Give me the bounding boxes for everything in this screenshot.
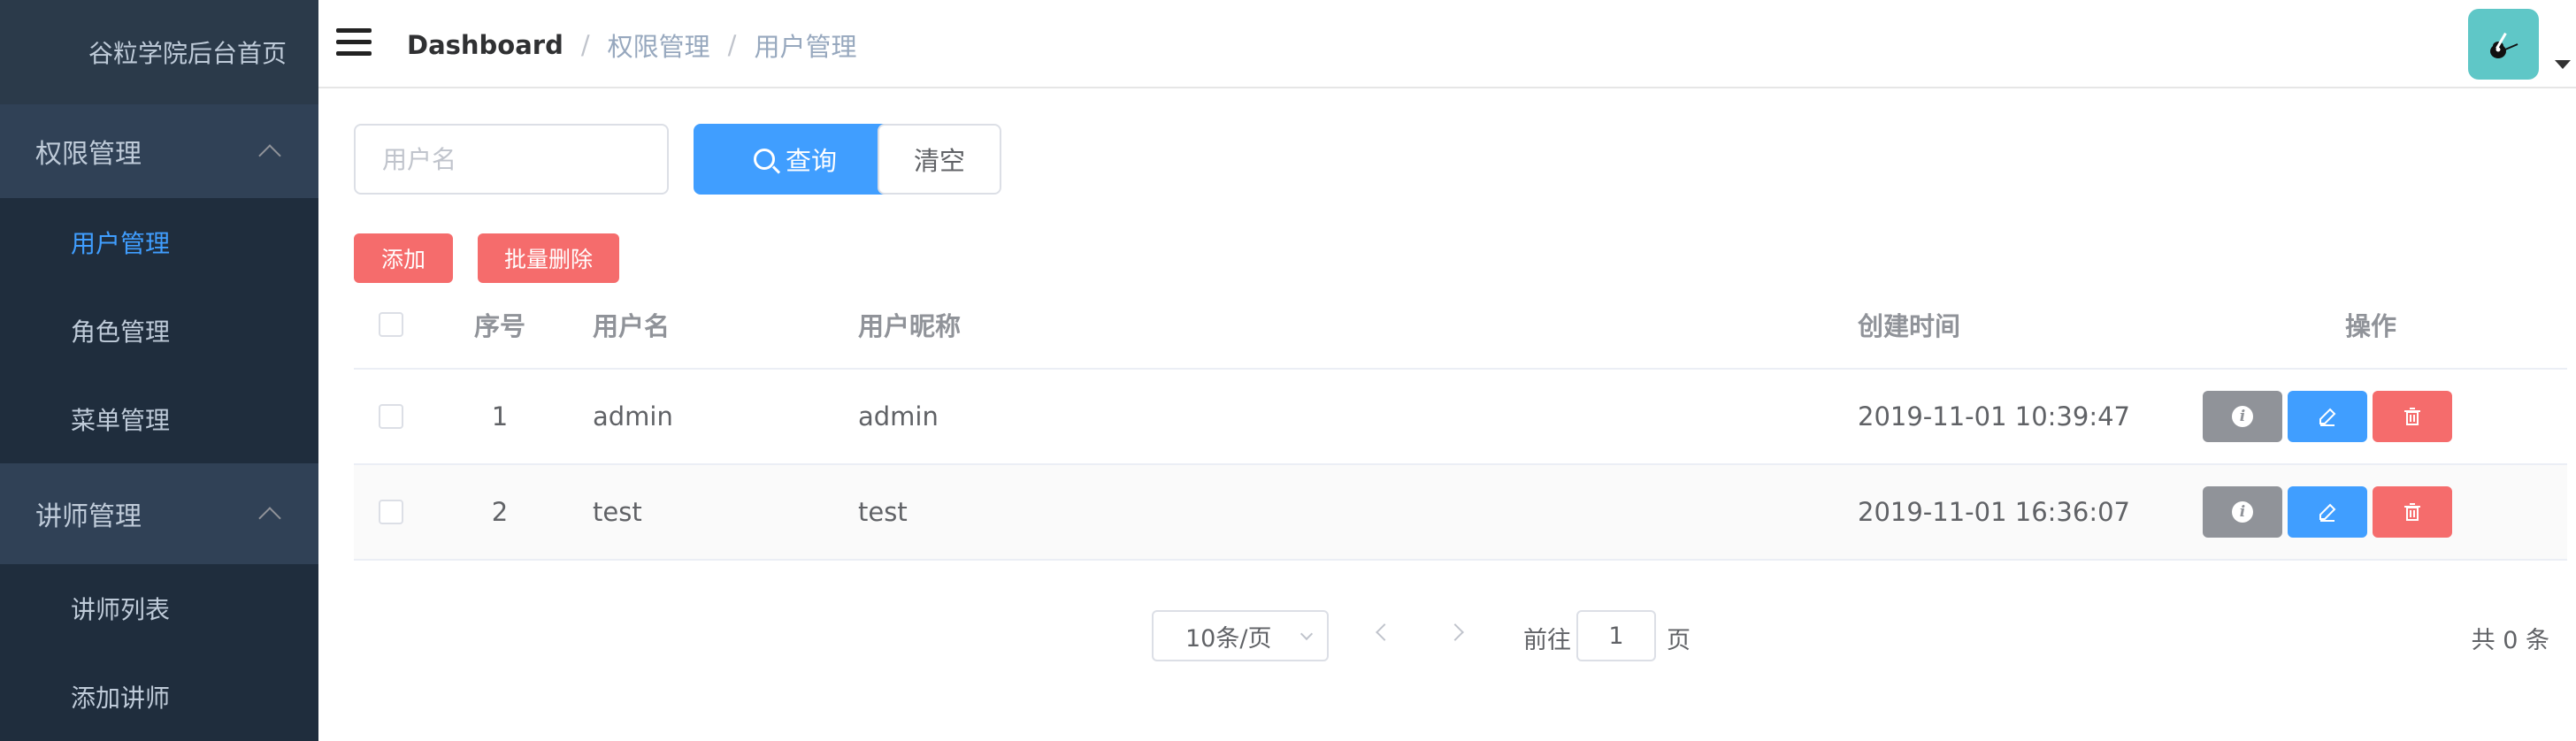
assign-role-button[interactable]: i bbox=[2203, 391, 2282, 442]
column-header-created: 创建时间 bbox=[1858, 311, 1961, 341]
query-button-label: 查询 bbox=[785, 146, 837, 176]
row-checkbox[interactable] bbox=[379, 404, 403, 429]
goto-page-input[interactable] bbox=[1576, 610, 1656, 661]
sidebar-item-teacher-list[interactable]: 讲师列表 bbox=[0, 564, 318, 653]
username-search-input[interactable] bbox=[354, 124, 669, 195]
assign-role-button[interactable]: i bbox=[2203, 486, 2282, 538]
edit-button[interactable] bbox=[2288, 391, 2367, 442]
row-nickname: admin bbox=[858, 401, 939, 432]
breadcrumb-separator: / bbox=[580, 30, 590, 60]
total-count: 共 0 条 bbox=[2471, 627, 2549, 654]
main-content: 查询 清空 添加 批量删除 序号 用户名 用户昵称 创建时间 操作 1 admi… bbox=[318, 90, 2576, 727]
search-icon bbox=[753, 149, 775, 170]
sidebar-brand[interactable]: 谷粒学院后台首页 bbox=[0, 0, 318, 104]
chevron-up-icon bbox=[258, 507, 281, 530]
delete-button[interactable] bbox=[2373, 486, 2452, 538]
sidebar-item-role-management[interactable]: 角色管理 bbox=[0, 286, 318, 375]
row-created-time: 2019-11-01 16:36:07 bbox=[1858, 497, 2130, 527]
sidebar-group-label: 讲师管理 bbox=[35, 501, 142, 532]
top-navbar: Dashboard / 权限管理 / 用户管理 bbox=[318, 0, 2576, 88]
trash-icon bbox=[2404, 408, 2420, 425]
row-nickname: test bbox=[858, 497, 908, 527]
clear-button[interactable]: 清空 bbox=[878, 124, 1001, 195]
breadcrumb-permissions: 权限管理 bbox=[607, 32, 710, 62]
edit-button[interactable] bbox=[2288, 486, 2367, 538]
sidebar-item-menu-management[interactable]: 菜单管理 bbox=[0, 375, 318, 463]
trash-icon bbox=[2404, 503, 2420, 521]
column-header-actions: 操作 bbox=[2344, 311, 2396, 341]
caret-down-icon[interactable] bbox=[2555, 60, 2571, 69]
page-size-value: 10条/页 bbox=[1185, 624, 1272, 653]
edit-icon bbox=[2319, 408, 2336, 426]
row-index: 2 bbox=[491, 497, 509, 527]
table-header-row: 序号 用户名 用户昵称 创建时间 操作 bbox=[354, 281, 2567, 370]
table-row: 2 test test 2019-11-01 16:36:07 i bbox=[354, 465, 2567, 561]
sidebar: 谷粒学院后台首页 权限管理 用户管理 角色管理 菜单管理 讲师管理 讲师列表 添… bbox=[0, 0, 318, 741]
column-header-nickname: 用户昵称 bbox=[858, 311, 962, 341]
row-created-time: 2019-11-01 10:39:47 bbox=[1858, 401, 2130, 432]
row-username: test bbox=[593, 497, 642, 527]
sidebar-group-permissions[interactable]: 权限管理 bbox=[0, 104, 318, 198]
column-header-index: 序号 bbox=[473, 311, 525, 341]
sidebar-item-user-management[interactable]: 用户管理 bbox=[0, 198, 318, 286]
page-size-select[interactable]: 10条/页 bbox=[1152, 610, 1329, 661]
info-icon: i bbox=[2232, 501, 2253, 523]
chevron-up-icon bbox=[258, 144, 281, 167]
pagination: 10条/页 前往 页 共 0 条 bbox=[318, 610, 2576, 663]
sidebar-item-add-teacher[interactable]: 添加讲师 bbox=[0, 653, 318, 741]
guitar-icon bbox=[2490, 32, 2518, 58]
delete-button[interactable] bbox=[2373, 391, 2452, 442]
row-checkbox[interactable] bbox=[379, 500, 403, 524]
avatar[interactable] bbox=[2468, 9, 2539, 80]
table-row: 1 admin admin 2019-11-01 10:39:47 i bbox=[354, 370, 2567, 465]
breadcrumb-dashboard[interactable]: Dashboard bbox=[407, 30, 564, 60]
chevron-down-icon bbox=[1300, 627, 1314, 641]
goto-suffix: 页 bbox=[1667, 627, 1690, 654]
select-all-checkbox[interactable] bbox=[379, 312, 403, 337]
user-table: 序号 用户名 用户昵称 创建时间 操作 1 admin admin 2019-1… bbox=[354, 281, 2567, 561]
sidebar-group-teachers[interactable]: 讲师管理 bbox=[0, 463, 318, 564]
edit-icon bbox=[2319, 503, 2336, 522]
next-page-icon[interactable] bbox=[1446, 623, 1464, 641]
sidebar-group-label: 权限管理 bbox=[35, 139, 142, 170]
prev-page-icon[interactable] bbox=[1376, 623, 1393, 641]
breadcrumb-separator: / bbox=[727, 30, 737, 60]
goto-label: 前往 bbox=[1523, 627, 1571, 654]
row-username: admin bbox=[593, 401, 673, 432]
hamburger-menu-icon[interactable] bbox=[336, 28, 372, 57]
batch-delete-button[interactable]: 批量删除 bbox=[478, 233, 619, 283]
column-header-username: 用户名 bbox=[593, 311, 671, 341]
add-button[interactable]: 添加 bbox=[354, 233, 453, 283]
info-icon: i bbox=[2232, 406, 2253, 427]
breadcrumb-user-management: 用户管理 bbox=[754, 32, 857, 62]
breadcrumb: Dashboard / 权限管理 / 用户管理 bbox=[407, 27, 856, 64]
query-button[interactable]: 查询 bbox=[694, 124, 897, 195]
row-index: 1 bbox=[491, 401, 509, 432]
